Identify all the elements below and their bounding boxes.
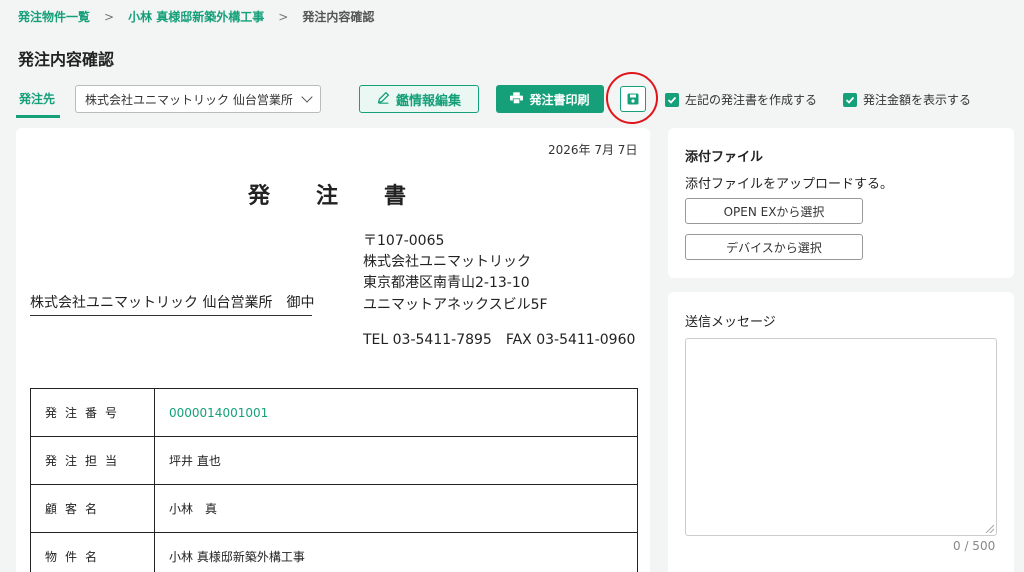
breadcrumb-separator: > (104, 9, 115, 24)
show-amount-checkbox[interactable]: 発注金額を表示する (843, 91, 971, 108)
table-row: 物件名 小林 真様邸新築外構工事 (30, 532, 638, 572)
breadcrumb: 発注物件一覧 > 小林 真様邸新築外構工事 > 発注内容確認 (18, 8, 374, 25)
check-icon (665, 92, 679, 107)
recipient: 株式会社ユニマットリック 仙台営業所 御中 (30, 292, 314, 316)
breadcrumb-order-list[interactable]: 発注物件一覧 (18, 8, 90, 25)
table-row: 発注番号 0000014001001 (30, 388, 638, 437)
tab-underline (16, 115, 60, 118)
breadcrumb-current: 発注内容確認 (302, 10, 375, 24)
order-number-key: 発注番号 (30, 388, 155, 437)
create-order-checkbox-label: 左記の発注書を作成する (685, 93, 818, 107)
customer-name-value: 小林 真 (154, 484, 638, 533)
table-row: 顧客名 小林 真 (30, 484, 638, 533)
attachments-description: 添付ファイルをアップロードする。 (685, 177, 894, 192)
create-order-checkbox[interactable]: 左記の発注書を作成する (665, 91, 817, 108)
tab-supplier[interactable]: 発注先 (19, 90, 55, 107)
sender-building: ユニマットアネックスビル5F (363, 297, 548, 313)
document-date: 2026年 7月 7日 (548, 143, 638, 157)
edit-header-label: 鑑情報編集 (395, 93, 461, 109)
property-name-value: 小林 真様邸新築外構工事 (154, 532, 638, 572)
supplier-select[interactable]: 株式会社ユニマットリック 仙台営業所 (75, 85, 321, 113)
breadcrumb-separator: > (278, 9, 289, 24)
sender-postal: 〒107-0065 (363, 233, 445, 249)
sender-tel-fax: TEL 03-5411-7895 FAX 03-5411-0960 (363, 332, 636, 348)
printer-icon (510, 91, 524, 107)
order-staff-value: 坪井 直也 (154, 436, 638, 485)
chevron-down-icon (301, 91, 313, 103)
message-label: 送信メッセージ (685, 315, 776, 330)
save-button[interactable] (620, 86, 646, 112)
property-name-key: 物件名 (30, 532, 155, 572)
show-amount-checkbox-label: 発注金額を表示する (863, 93, 972, 107)
attachments-title: 添付ファイル (685, 150, 764, 165)
print-order-button[interactable]: 発注書印刷 (496, 85, 604, 113)
pencil-icon (377, 91, 390, 108)
check-icon (843, 92, 857, 107)
resize-grip-icon[interactable] (986, 525, 994, 533)
page-title: 発注内容確認 (18, 50, 115, 69)
save-icon (627, 90, 639, 109)
message-counter: 0 / 500 (953, 539, 996, 553)
sender-company: 株式会社ユニマットリック (363, 254, 531, 270)
edit-header-button[interactable]: 鑑情報編集 (359, 85, 479, 113)
select-from-openex-button[interactable]: OPEN EXから選択 (685, 198, 863, 224)
order-info-table: 発注番号 0000014001001 発注担当 坪井 直也 顧客名 小林 真 物… (30, 388, 638, 572)
table-row: 発注担当 坪井 直也 (30, 436, 638, 485)
order-number-value[interactable]: 0000014001001 (154, 388, 638, 437)
print-order-label: 発注書印刷 (529, 92, 590, 107)
sender-address: 東京都港区南青山2-13-10 (363, 275, 530, 291)
order-staff-key: 発注担当 (30, 436, 155, 485)
customer-name-key: 顧客名 (30, 484, 155, 533)
document-title: 発注書 (248, 184, 453, 209)
supplier-select-value: 株式会社ユニマットリック 仙台営業所 (85, 92, 293, 107)
message-textarea[interactable] (685, 338, 997, 536)
select-from-device-button[interactable]: デバイスから選択 (685, 234, 863, 260)
breadcrumb-project[interactable]: 小林 真様邸新築外構工事 (128, 8, 264, 25)
